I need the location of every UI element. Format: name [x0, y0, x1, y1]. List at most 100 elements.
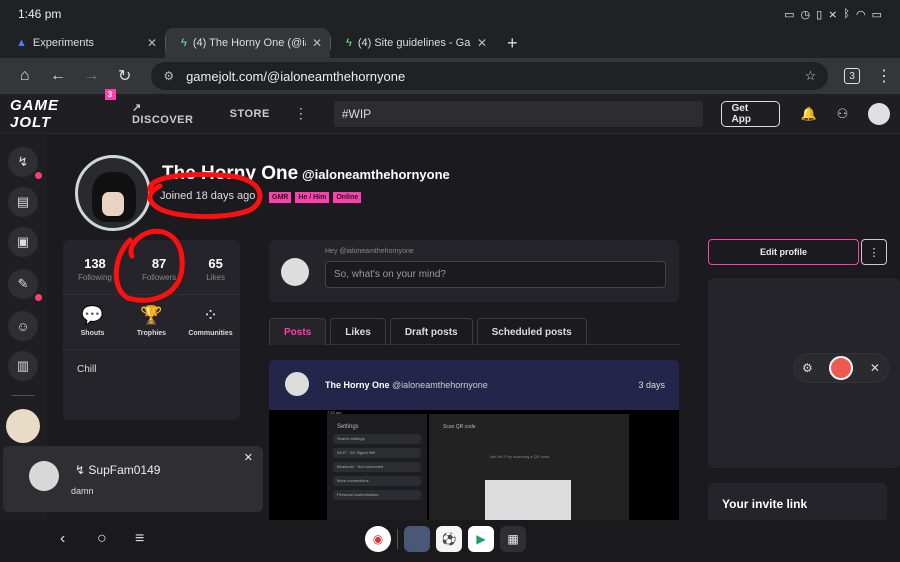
- user-avatar[interactable]: [868, 102, 890, 125]
- store-link[interactable]: STORE: [230, 108, 270, 120]
- sidebar-item-quests[interactable]: ✎: [8, 269, 42, 301]
- gamejolt-logo[interactable]: GAME JOLT 3: [10, 88, 116, 131]
- toast-avatar: [29, 461, 59, 491]
- toast-message: damn: [71, 486, 94, 496]
- gamejolt-icon: ϟ: [346, 37, 352, 49]
- close-recorder-icon[interactable]: ✕: [870, 361, 880, 375]
- reload-icon[interactable]: ↻: [108, 66, 141, 86]
- library-icon: ▥: [16, 358, 30, 373]
- post-card[interactable]: The Horny One @ialoneamthehornyone 3 day…: [269, 360, 679, 520]
- record-button[interactable]: [829, 356, 854, 380]
- backpack-icon: ▣: [16, 234, 30, 249]
- screenshot-settings-panel: Settings Search settings Wi-Fi · 2G Sign…: [327, 414, 427, 520]
- stat-followers[interactable]: 87 Followers: [142, 256, 176, 282]
- tab-likes[interactable]: Likes: [330, 318, 386, 345]
- communities-link[interactable]: ⁘ Communities: [186, 305, 236, 337]
- sidebar-item-backpack[interactable]: ▣: [8, 227, 38, 257]
- sidebar-community-avatar[interactable]: [6, 409, 40, 443]
- sidebar-item-library[interactable]: ▥: [8, 351, 38, 381]
- more-menu-icon[interactable]: ⋮: [294, 105, 308, 122]
- profile-avatar[interactable]: [75, 155, 151, 231]
- tab-switcher-button[interactable]: 3: [844, 68, 860, 84]
- tab-profile[interactable]: ϟ (4) The Horny One (@ialoneamthehornyon…: [165, 28, 330, 58]
- trophies-link[interactable]: 🏆 Trophies: [127, 305, 177, 337]
- forward-icon[interactable]: →: [75, 67, 108, 85]
- alarm-icon: ◷: [800, 8, 811, 21]
- avatar-face: [102, 192, 124, 216]
- tab-posts[interactable]: Posts: [269, 318, 327, 345]
- profile-bio: Chill: [77, 364, 97, 375]
- new-tab-button[interactable]: +: [495, 33, 530, 54]
- post-screenshot[interactable]: 7:53 pm Settings Search settings Wi-Fi ·…: [269, 410, 679, 520]
- tag-pronouns: He / Him: [295, 192, 330, 203]
- get-app-button[interactable]: Get App: [720, 100, 781, 127]
- quests-icon: ✎: [17, 276, 29, 291]
- play-store-icon[interactable]: ▶: [468, 526, 494, 552]
- edit-profile-button[interactable]: Edit profile: [708, 239, 859, 265]
- tab-draft-posts[interactable]: Draft posts: [389, 318, 473, 345]
- back-icon[interactable]: ←: [41, 67, 74, 85]
- tab-site-guidelines[interactable]: ϟ (4) Site guidelines - Game Jolt ✕: [330, 28, 495, 58]
- toast-close-icon[interactable]: ✕: [244, 451, 253, 464]
- site-settings-icon[interactable]: ⚙: [163, 69, 174, 83]
- nav-home-icon[interactable]: ○: [97, 530, 107, 548]
- close-icon[interactable]: ✕: [147, 36, 157, 50]
- address-bar[interactable]: ⚙ gamejolt.com/@ialoneamthehornyone ☆: [151, 62, 829, 90]
- soccer-app-icon[interactable]: ⚽: [436, 526, 462, 552]
- post-composer: Hey @ialoneamthehornyone So, what's on y…: [269, 240, 679, 302]
- qr-code-image: [485, 480, 571, 520]
- post-author[interactable]: The Horny One @ialoneamthehornyone: [325, 380, 488, 390]
- tag-gmr: GMR: [269, 192, 292, 203]
- tab-experiments[interactable]: ▲ Experiments ✕: [0, 28, 165, 58]
- sidebar-item-store[interactable]: ▤: [8, 187, 38, 217]
- url-text[interactable]: gamejolt.com/@ialoneamthehornyone: [186, 69, 805, 84]
- search-input[interactable]: #WIP: [333, 100, 703, 127]
- browser-toolbar: ⌂ ← → ↻ ⚙ gamejolt.com/@ialoneamthehorny…: [0, 58, 900, 94]
- composer-input[interactable]: So, what's on your mind?: [325, 261, 666, 288]
- app-dock: ◉ ⚽ ▶ ▦: [365, 526, 526, 552]
- post-tabs: Posts Likes Draft posts Scheduled posts: [269, 318, 679, 345]
- logo-badge: 3: [104, 88, 116, 100]
- tag-online: Online: [333, 192, 362, 203]
- gamejolt-header: GAME JOLT 3 ↗ DISCOVER STORE ⋮ #WIP Get A…: [0, 88, 900, 134]
- experiments-icon: ▲: [16, 37, 27, 49]
- browser-menu-icon[interactable]: ⋮: [876, 66, 892, 86]
- friends-icon[interactable]: ⚇: [837, 106, 849, 122]
- invite-link-card: Your invite link: [708, 483, 887, 520]
- post-header: The Horny One @ialoneamthehornyone 3 day…: [269, 360, 679, 410]
- communities-icon: ⁘: [202, 305, 219, 325]
- close-icon[interactable]: ✕: [312, 36, 322, 50]
- toast-user: ↯ SupFam0149: [75, 463, 161, 477]
- stat-likes[interactable]: 65 Likes: [206, 256, 225, 282]
- home-icon[interactable]: ⌂: [8, 67, 41, 85]
- close-icon[interactable]: ✕: [477, 36, 487, 50]
- nav-recents-icon[interactable]: ≡: [135, 530, 144, 548]
- bell-icon[interactable]: 🔔: [800, 106, 816, 122]
- activity-icon: ↯: [17, 154, 29, 169]
- gallery-app-icon[interactable]: [404, 526, 430, 552]
- shouts-icon: 💬: [81, 305, 104, 325]
- post-age: 3 days: [638, 380, 665, 390]
- sidebar-item-activity[interactable]: ↯: [8, 147, 42, 179]
- stat-following[interactable]: 138 Following: [78, 256, 112, 282]
- bluetooth-icon: ᛒ: [843, 7, 850, 20]
- profile-more-icon[interactable]: ⋮: [861, 239, 887, 265]
- shouts-link[interactable]: 💬 Shouts: [68, 305, 118, 337]
- sidebar-divider: [12, 395, 34, 396]
- sidebar-item-chat[interactable]: ☺: [8, 311, 38, 341]
- qr-scanner-icon[interactable]: ▦: [500, 526, 526, 552]
- bookmark-star-icon[interactable]: ☆: [805, 68, 817, 84]
- nav-back-icon[interactable]: ‹: [60, 530, 65, 548]
- wifi-icon: ◠: [855, 8, 866, 21]
- notification-toast[interactable]: ↯ SupFam0149 damn ✕: [3, 446, 263, 512]
- browser-tab-strip: ▲ Experiments ✕ ϟ (4) The Horny One (@ia…: [0, 28, 900, 58]
- settings-gear-icon[interactable]: ⚙: [802, 361, 813, 375]
- tab-scheduled-posts[interactable]: Scheduled posts: [476, 318, 587, 345]
- tab-title: (4) Site guidelines - Game Jolt: [357, 37, 471, 49]
- post-author-avatar[interactable]: [285, 372, 309, 396]
- chrome-app-icon[interactable]: ◉: [365, 526, 391, 552]
- discover-link[interactable]: ↗ DISCOVER: [132, 101, 206, 126]
- screen-recorder-control: ⚙ ✕: [793, 353, 889, 383]
- tab-title: Experiments: [32, 37, 95, 49]
- composer-avatar: [281, 258, 309, 286]
